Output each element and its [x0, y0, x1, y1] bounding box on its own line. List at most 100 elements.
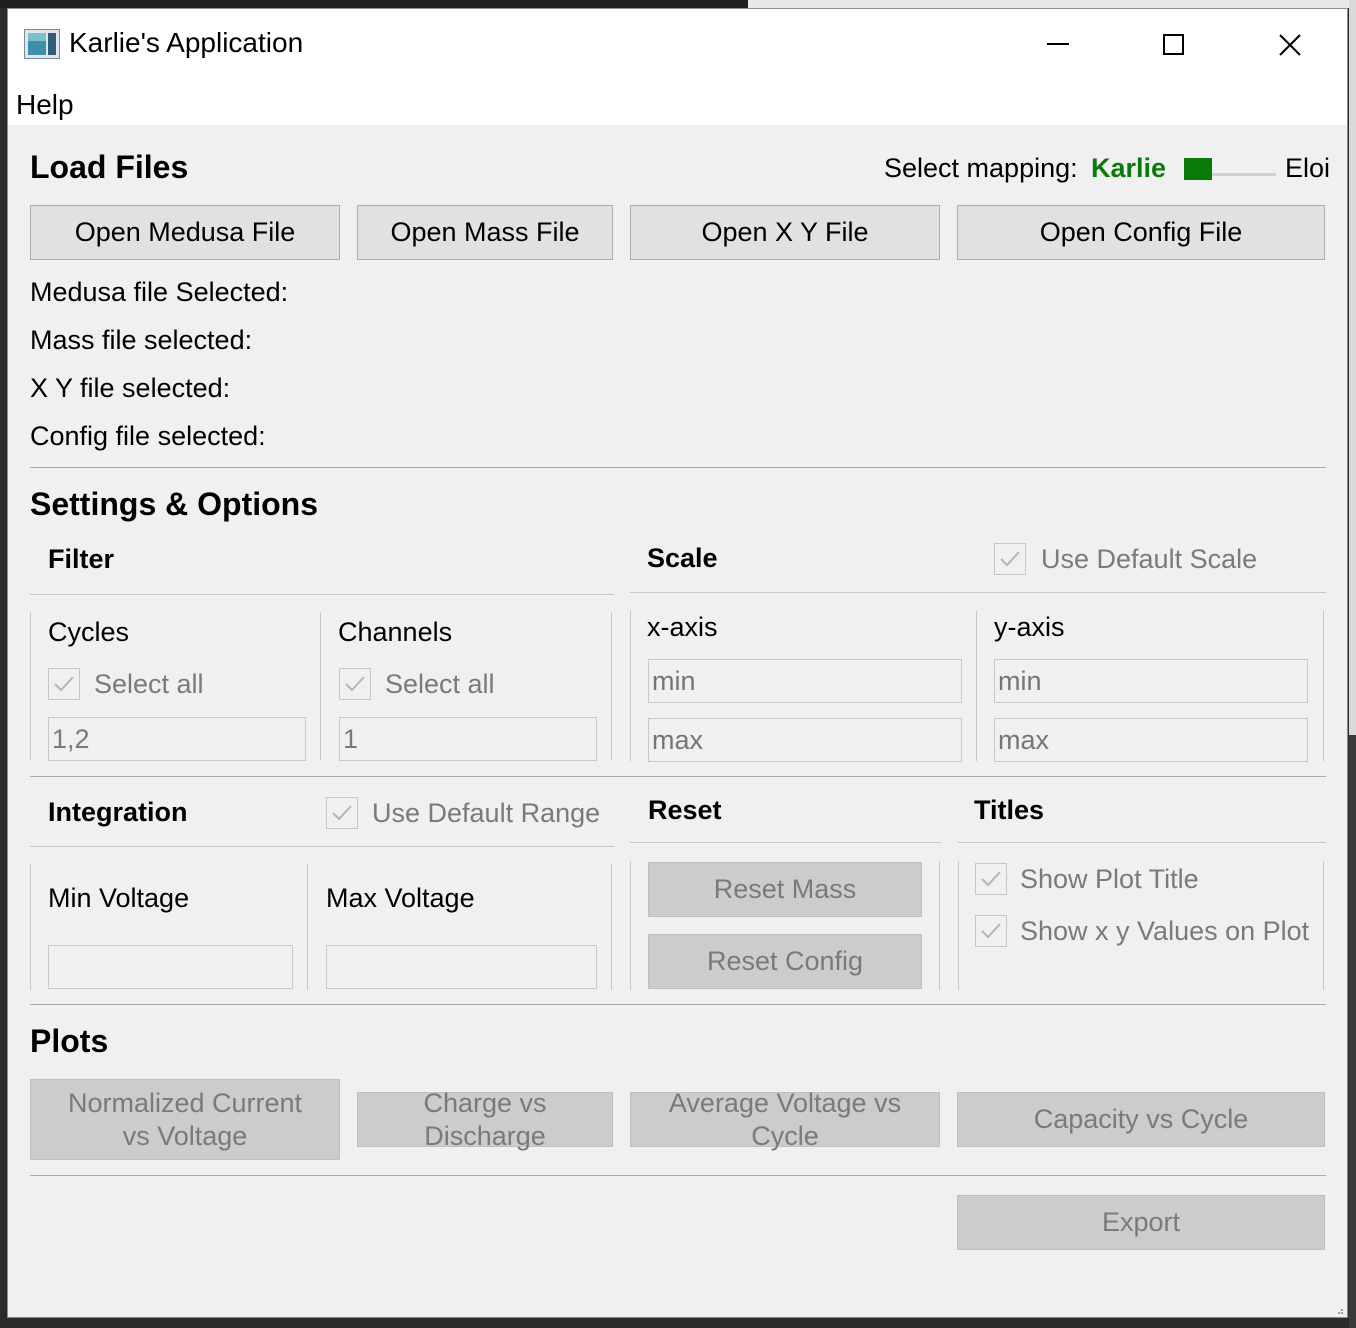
- mapping-toggle-knob[interactable]: [1184, 158, 1212, 180]
- scale-title: Scale: [647, 543, 718, 573]
- menu-bar: [8, 81, 1347, 125]
- separator-settings: [30, 1004, 1326, 1005]
- show-plot-title-label[interactable]: Show Plot Title: [1020, 864, 1199, 895]
- channels-select-all-checkbox[interactable]: [339, 668, 371, 700]
- min-voltage-label: Min Voltage: [48, 883, 190, 913]
- checkmark-icon: [981, 871, 1001, 887]
- x-axis-min-input[interactable]: [648, 659, 962, 703]
- titles-title: Titles: [974, 795, 1045, 825]
- title-bar[interactable]: Karlie's Application: [8, 9, 1347, 81]
- use-default-scale-label[interactable]: Use Default Scale: [1041, 544, 1257, 575]
- use-default-range-checkbox[interactable]: [326, 797, 358, 829]
- reset-config-button[interactable]: Reset Config: [648, 934, 922, 989]
- scale-divider: [976, 611, 977, 761]
- min-voltage-input[interactable]: [48, 945, 293, 989]
- show-xy-values-label[interactable]: Show x y Values on Plot: [1020, 916, 1309, 947]
- filter-divider: [320, 612, 321, 760]
- checkmark-icon: [54, 676, 74, 692]
- reset-right-border: [939, 861, 940, 990]
- scale-right-border: [1323, 611, 1324, 761]
- scale-left-border: [630, 611, 631, 761]
- mass-file-status: Mass file selected:: [30, 325, 253, 355]
- cycles-label: Cycles: [48, 617, 130, 647]
- open-config-file-button[interactable]: Open Config File: [957, 205, 1325, 260]
- medusa-file-status: Medusa file Selected:: [30, 277, 289, 307]
- checkmark-icon: [345, 676, 365, 692]
- mapping-option-karlie[interactable]: Karlie: [1091, 153, 1166, 184]
- desktop-background-right: [1349, 0, 1356, 1328]
- cycles-select-all-label[interactable]: Select all: [94, 669, 204, 700]
- integration-title-separator: [30, 846, 614, 847]
- checkmark-icon: [332, 805, 352, 821]
- desktop-background-top: [0, 0, 1356, 8]
- resize-grip-icon[interactable]: [1338, 1309, 1344, 1315]
- mapping-option-eloi[interactable]: Eloi: [1285, 153, 1330, 184]
- reset-mass-button[interactable]: Reset Mass: [648, 862, 922, 917]
- integration-divider: [307, 864, 308, 990]
- show-plot-title-checkbox[interactable]: [975, 863, 1007, 895]
- y-axis-max-input[interactable]: [994, 718, 1308, 762]
- titles-right-border: [1323, 861, 1324, 990]
- app-window: Karlie's Application Help Load Files Sel…: [7, 8, 1348, 1318]
- y-axis-min-input[interactable]: [994, 659, 1308, 703]
- maximize-icon: [1163, 34, 1184, 55]
- titles-title-separator: [958, 842, 1326, 843]
- cycles-select-all-checkbox[interactable]: [48, 668, 80, 700]
- filter-left-border: [30, 612, 31, 760]
- max-voltage-label: Max Voltage: [326, 883, 475, 913]
- open-medusa-file-button[interactable]: Open Medusa File: [30, 205, 340, 260]
- window-title: Karlie's Application: [69, 27, 304, 58]
- normalized-current-vs-voltage-button[interactable]: Normalized Current vs Voltage: [30, 1079, 340, 1160]
- app-icon: [24, 29, 60, 59]
- desktop-background-dark: [1349, 735, 1356, 1328]
- maximize-button[interactable]: [1116, 9, 1232, 81]
- charge-vs-discharge-button[interactable]: Charge vs Discharge: [357, 1088, 613, 1151]
- channels-select-all-label[interactable]: Select all: [385, 669, 495, 700]
- max-voltage-input[interactable]: [326, 945, 597, 989]
- open-xy-file-button[interactable]: Open X Y File: [630, 205, 940, 260]
- load-files-heading: Load Files: [30, 149, 189, 185]
- average-voltage-vs-cycle-button[interactable]: Average Voltage vs Cycle: [630, 1088, 940, 1151]
- cycles-input[interactable]: 1,2: [48, 717, 306, 761]
- filter-right-border: [611, 612, 612, 760]
- close-button[interactable]: [1232, 9, 1348, 81]
- open-mass-file-button[interactable]: Open Mass File: [357, 205, 613, 260]
- xy-file-status: X Y file selected:: [30, 373, 231, 403]
- y-axis-label: y-axis: [994, 612, 1065, 642]
- integration-right-border: [611, 864, 612, 990]
- channels-input[interactable]: 1: [339, 717, 597, 761]
- plots-heading: Plots: [30, 1023, 109, 1059]
- capacity-vs-cycle-button[interactable]: Capacity vs Cycle: [957, 1092, 1325, 1147]
- reset-left-border: [630, 861, 631, 990]
- settings-heading: Settings & Options: [30, 486, 318, 522]
- x-axis-max-input[interactable]: [648, 718, 962, 762]
- minimize-button[interactable]: [1000, 9, 1116, 81]
- show-xy-values-checkbox[interactable]: [975, 915, 1007, 947]
- reset-title-separator: [630, 842, 941, 843]
- menu-help[interactable]: Help: [16, 89, 74, 121]
- checkmark-icon: [981, 923, 1001, 939]
- export-button[interactable]: Export: [957, 1195, 1325, 1250]
- integration-left-border: [30, 864, 31, 990]
- scale-title-separator: [630, 592, 1326, 593]
- checkmark-icon: [1000, 551, 1020, 567]
- close-icon: [1279, 34, 1301, 56]
- config-file-status: Config file selected:: [30, 421, 266, 451]
- separator-filter-scale: [30, 776, 1326, 777]
- normalized-current-line1: Normalized Current: [67, 1087, 303, 1118]
- separator-load-files: [30, 467, 1326, 468]
- use-default-range-label[interactable]: Use Default Range: [372, 798, 600, 829]
- integration-title: Integration: [48, 797, 188, 827]
- filter-title: Filter: [48, 544, 115, 574]
- minimize-icon: [1047, 43, 1069, 45]
- x-axis-label: x-axis: [647, 612, 718, 642]
- use-default-scale-checkbox[interactable]: [994, 543, 1026, 575]
- titles-left-border: [958, 861, 959, 990]
- mapping-label: Select mapping:: [884, 153, 1078, 183]
- reset-title: Reset: [648, 795, 722, 825]
- filter-title-separator: [30, 594, 614, 595]
- normalized-current-line2: vs Voltage: [122, 1120, 248, 1151]
- separator-plots: [30, 1175, 1326, 1176]
- channels-label: Channels: [338, 617, 453, 647]
- desktop-background-window-edge: [748, 0, 1356, 8]
